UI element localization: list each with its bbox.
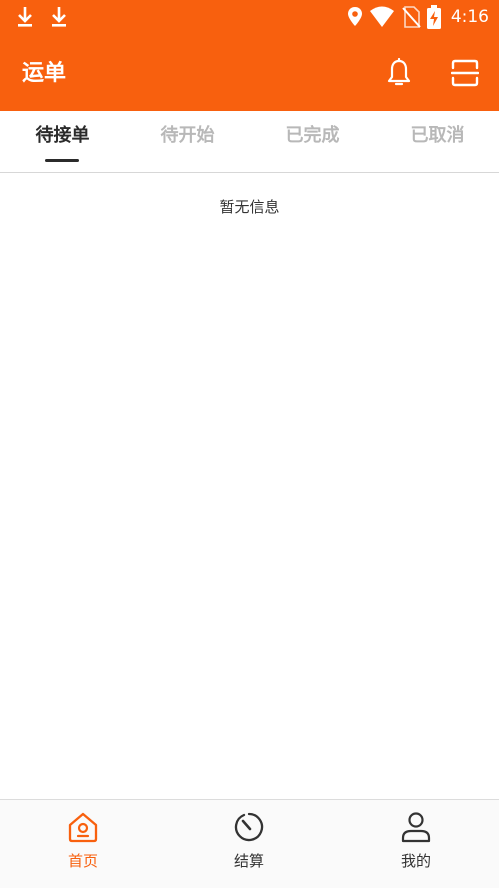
no-sim-icon bbox=[402, 6, 421, 28]
download-icon bbox=[52, 7, 66, 27]
scan-button[interactable] bbox=[447, 55, 483, 91]
download-icon bbox=[18, 7, 32, 27]
tab-bar: 待接单 待开始 已完成 已取消 bbox=[0, 111, 499, 173]
tab-label: 已完成 bbox=[285, 125, 340, 146]
tab-pending-accept[interactable]: 待接单 bbox=[0, 111, 125, 173]
tab-pending-start[interactable]: 待开始 bbox=[125, 111, 250, 173]
status-time: 4:16 bbox=[450, 7, 489, 27]
timer-icon bbox=[234, 812, 264, 842]
app-header: 4:16 运单 bbox=[0, 0, 499, 111]
bell-icon bbox=[387, 58, 411, 86]
tab-label: 已取消 bbox=[410, 125, 465, 146]
battery-charging-icon bbox=[426, 5, 441, 29]
wifi-icon bbox=[369, 6, 394, 27]
nav-settlement[interactable]: 结算 bbox=[166, 800, 332, 888]
nav-label: 结算 bbox=[233, 852, 264, 870]
nav-label: 我的 bbox=[400, 852, 431, 870]
home-icon bbox=[68, 812, 98, 843]
active-tab-indicator bbox=[45, 159, 79, 162]
page-title: 运单 bbox=[22, 61, 67, 86]
person-icon bbox=[401, 812, 431, 843]
tab-cancelled[interactable]: 已取消 bbox=[375, 111, 499, 173]
nav-label: 首页 bbox=[67, 852, 98, 870]
scan-icon bbox=[451, 59, 479, 87]
nav-profile[interactable]: 我的 bbox=[333, 800, 499, 888]
empty-state-text: 暂无信息 bbox=[219, 198, 280, 216]
status-bar: 4:16 bbox=[0, 0, 499, 34]
tab-label: 待开始 bbox=[160, 125, 215, 146]
tab-completed[interactable]: 已完成 bbox=[250, 111, 375, 173]
location-icon bbox=[347, 7, 362, 26]
nav-home[interactable]: 首页 bbox=[0, 800, 166, 888]
bottom-nav: 首页 结算 我的 bbox=[0, 799, 499, 888]
tab-label: 待接单 bbox=[35, 125, 90, 146]
notifications-button[interactable] bbox=[381, 55, 417, 91]
